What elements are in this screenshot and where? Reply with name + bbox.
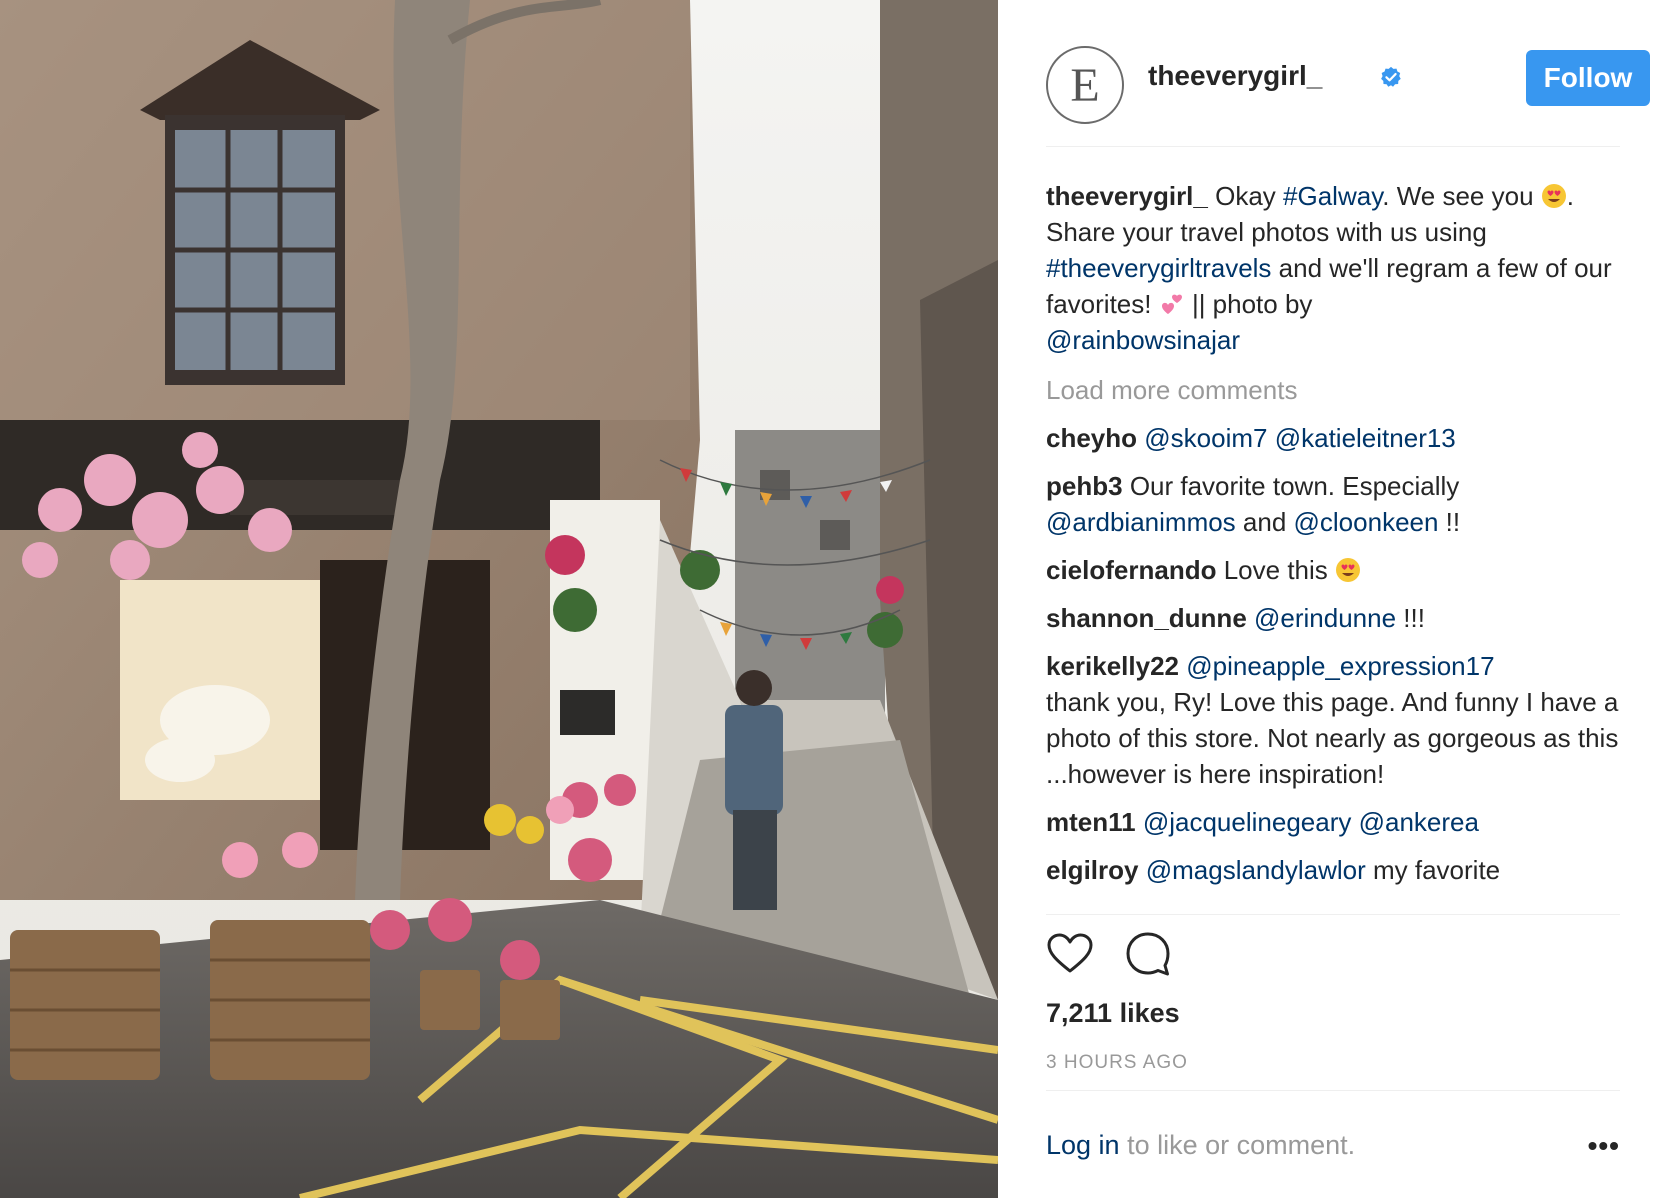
post-actions bbox=[1046, 930, 1246, 980]
comment-text: and bbox=[1235, 507, 1294, 537]
comments-divider bbox=[1046, 914, 1620, 915]
comment-mention[interactable]: @skooim7 bbox=[1144, 423, 1267, 453]
comment-username[interactable]: cielofernando bbox=[1046, 555, 1216, 585]
comment-text: !!! bbox=[1396, 603, 1425, 633]
post-side-panel: E theeverygirl_ Follow theeverygirl_ Oka… bbox=[998, 0, 1664, 1198]
mention-rainbowsinajar[interactable]: @rainbowsinajar bbox=[1046, 325, 1240, 355]
comment-username[interactable]: mten11 bbox=[1046, 807, 1136, 837]
header-divider bbox=[1046, 146, 1620, 147]
comment-mention[interactable]: @erindunne bbox=[1254, 603, 1396, 633]
heart-icon[interactable] bbox=[1046, 930, 1094, 978]
header-username[interactable]: theeverygirl_ bbox=[1148, 60, 1322, 92]
likes-count[interactable]: 7,211 likes bbox=[1046, 998, 1180, 1029]
post-footer: Log in to like or comment. ••• bbox=[1046, 1130, 1620, 1170]
comment-item: kerikelly22 @pineapple_expression17 than… bbox=[1046, 648, 1620, 792]
comment-username[interactable]: elgilroy bbox=[1046, 855, 1138, 885]
comment-text: thank you, Ry! Love this page. And funny… bbox=[1046, 687, 1619, 789]
footer-divider bbox=[1046, 1090, 1620, 1091]
hashtag-galway[interactable]: #Galway bbox=[1283, 181, 1382, 211]
post-caption: theeverygirl_ Okay #Galway. We see you .… bbox=[1046, 178, 1620, 358]
post-header: E theeverygirl_ Follow bbox=[1046, 46, 1650, 124]
comments-list[interactable]: theeverygirl_ Okay #Galway. We see you .… bbox=[1046, 178, 1620, 908]
comment-text: Love this bbox=[1223, 555, 1336, 585]
comment-item: shannon_dunne @erindunne !!! bbox=[1046, 600, 1620, 636]
comment-username[interactable]: shannon_dunne bbox=[1046, 603, 1247, 633]
heart-eyes-emoji-icon bbox=[1336, 558, 1361, 582]
comment-item: elgilroy @magslandylawlor my favorite bbox=[1046, 852, 1620, 888]
post-photo[interactable] bbox=[0, 0, 998, 1198]
comment-item: cheyho @skooim7 @katieleitner13 bbox=[1046, 420, 1620, 456]
more-options-button[interactable]: ••• bbox=[1588, 1130, 1620, 1162]
post-timestamp[interactable]: 3 HOURS AGO bbox=[1046, 1052, 1188, 1074]
comment-mention[interactable]: @katieleitner13 bbox=[1275, 423, 1456, 453]
hashtag-theeverygirltravels[interactable]: #theeverygirltravels bbox=[1046, 253, 1271, 283]
comment-item: cielofernando Love this bbox=[1046, 552, 1620, 588]
avatar[interactable]: E bbox=[1046, 46, 1124, 124]
street-photo-illustration bbox=[0, 0, 998, 1198]
two-hearts-emoji-icon bbox=[1161, 294, 1182, 314]
comment-text: my favorite bbox=[1365, 855, 1501, 885]
comment-text: Our favorite town. Especially bbox=[1129, 471, 1460, 501]
comment-mention[interactable]: @magslandylawlor bbox=[1146, 855, 1366, 885]
comment-item: mten11 @jacquelinegeary @ankerea bbox=[1046, 804, 1620, 840]
heart-eyes-emoji-icon bbox=[1541, 184, 1566, 208]
caption-text: Okay bbox=[1215, 181, 1284, 211]
comment-username[interactable]: pehb3 bbox=[1046, 471, 1123, 501]
avatar-logo-letter: E bbox=[1070, 59, 1100, 112]
verified-badge-icon bbox=[1381, 66, 1401, 87]
comment-username[interactable]: kerikelly22 bbox=[1046, 651, 1179, 681]
comment-mention[interactable]: @pineapple_expression17 bbox=[1186, 651, 1494, 681]
login-link[interactable]: Log in bbox=[1046, 1130, 1120, 1160]
caption-text: . We see you bbox=[1382, 181, 1541, 211]
comment-mention[interactable]: @ankerea bbox=[1359, 807, 1479, 837]
comment-username[interactable]: cheyho bbox=[1046, 423, 1137, 453]
follow-button[interactable]: Follow bbox=[1526, 50, 1650, 106]
comment-item: pehb3 Our favorite town. Especially @ard… bbox=[1046, 468, 1620, 540]
comment-text: !! bbox=[1438, 507, 1461, 537]
comment-mention[interactable]: @cloonkeen bbox=[1294, 507, 1439, 537]
load-more-comments-link[interactable]: Load more comments bbox=[1046, 372, 1620, 408]
caption-text: || photo by bbox=[1184, 289, 1313, 319]
comment-mention[interactable]: @jacquelinegeary bbox=[1143, 807, 1352, 837]
login-prompt-text: to like or comment. bbox=[1119, 1130, 1356, 1160]
comment-bubble-icon[interactable] bbox=[1124, 930, 1172, 978]
comment-mention[interactable]: @ardbianimmos bbox=[1046, 507, 1236, 537]
caption-username[interactable]: theeverygirl_ bbox=[1046, 181, 1208, 211]
